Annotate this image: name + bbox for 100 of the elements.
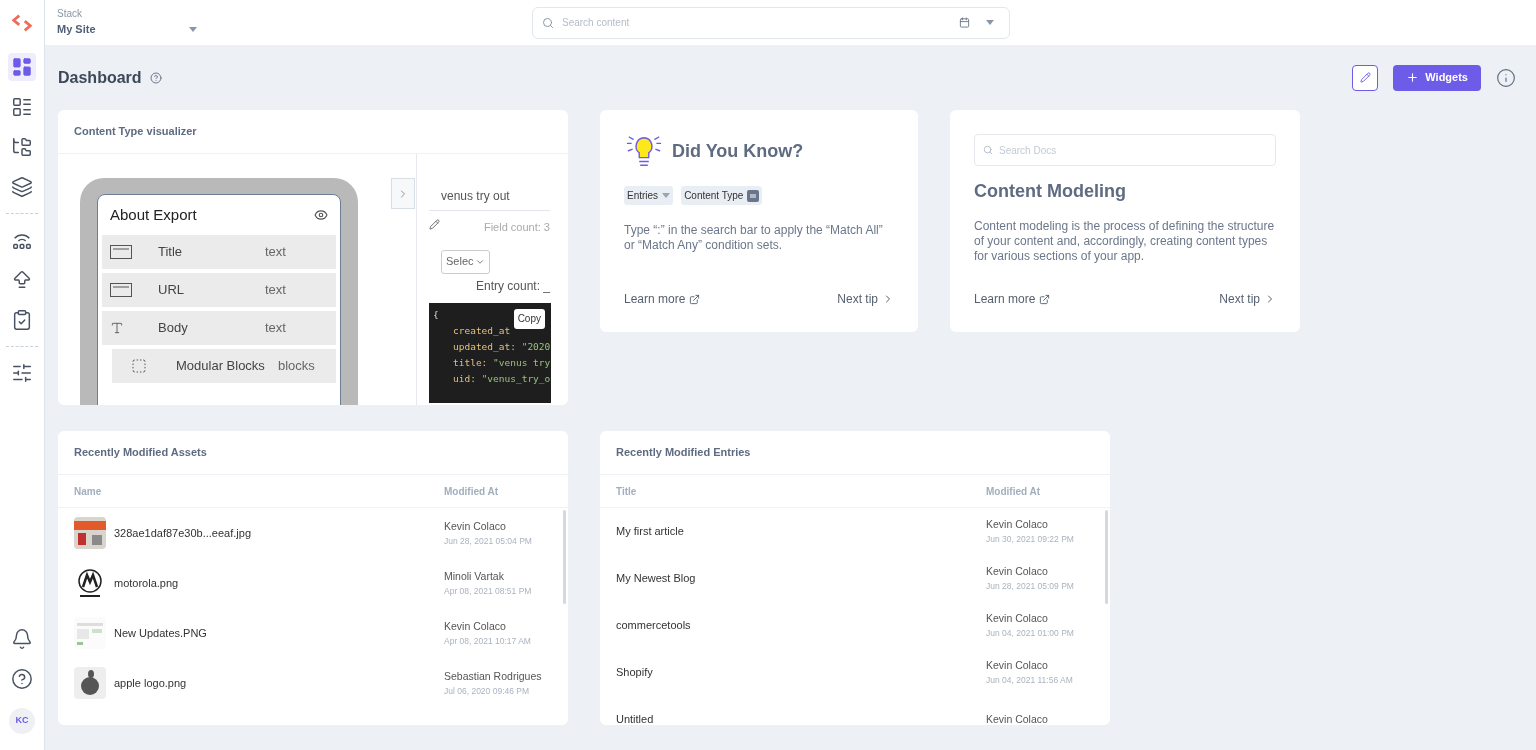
table-row[interactable]: motorola.png Minoli Vartak Apr 08, 2021 08:51 PM xyxy=(58,558,568,608)
page-title: Dashboard xyxy=(58,67,142,88)
row-title: 328ae1daf87e30b...eeaf.jpg xyxy=(114,525,252,541)
field-type: text xyxy=(265,281,286,300)
learn-more-link[interactable]: Learn more xyxy=(624,290,701,308)
modified-by: Kevin Colaco xyxy=(444,618,507,634)
select-dropdown[interactable]: Selec xyxy=(441,249,490,274)
upload-arrow-icon xyxy=(11,269,33,291)
modified-date: Apr 08, 2021 10:17 AM xyxy=(444,634,532,648)
modified-by: Kevin Colaco xyxy=(986,611,1049,627)
table-row[interactable]: commercetools Kevin Colaco Jun 04, 2021 01:00 PM xyxy=(600,602,1110,649)
text-field-icon xyxy=(110,283,132,297)
tip-text: Type “:” in the search bar to apply the “Match All” or “Match Any” condition sets. xyxy=(624,223,884,253)
table-row[interactable]: My first article Kevin Colaco Jun 30, 2021 09:22 PM xyxy=(600,508,1110,555)
row-title: New Updates.PNG xyxy=(114,625,207,641)
docs-title: Content Modeling xyxy=(974,180,1127,203)
dropdown-caret-icon xyxy=(662,193,671,198)
modified-by: Kevin Colaco xyxy=(986,517,1049,533)
field-row[interactable]: URL text xyxy=(102,273,336,307)
help-icon[interactable] xyxy=(11,668,33,690)
layers-icon xyxy=(11,176,33,198)
field-type: text xyxy=(265,319,286,338)
entry-count: Entry count: _ xyxy=(475,277,550,295)
clipboard-check-icon xyxy=(11,309,33,331)
calendar-icon[interactable] xyxy=(959,17,970,28)
table-row[interactable]: New Updates.PNG Kevin Colaco Apr 08, 2021 10:17 AM xyxy=(58,608,568,658)
user-avatar[interactable]: KC xyxy=(9,708,35,734)
search-field[interactable]: Search content xyxy=(532,6,1010,39)
column-header: Modified At xyxy=(444,484,500,499)
modified-by: Minoli Vartak xyxy=(444,568,505,584)
eye-icon[interactable] xyxy=(314,208,328,222)
dropdown-caret-icon[interactable] xyxy=(986,20,994,25)
row-title: My first article xyxy=(616,524,684,540)
docs-search-input[interactable]: Search Docs xyxy=(999,142,1267,158)
list-icon xyxy=(11,96,33,118)
pencil-icon[interactable] xyxy=(429,218,440,230)
notifications-icon[interactable] xyxy=(11,628,33,650)
search-icon xyxy=(542,16,554,29)
edit-button[interactable] xyxy=(1352,64,1379,91)
column-header: Name xyxy=(74,484,103,499)
row-title: commercetools xyxy=(616,618,691,634)
field-count: Field count: 3 xyxy=(483,220,550,235)
table-row[interactable]: Shopify Kevin Colaco Jun 04, 2021 11:56 AM xyxy=(600,649,1110,696)
modified-by: Kevin Colaco xyxy=(986,658,1049,674)
sliders-icon xyxy=(11,362,33,384)
docs-text: Content modeling is the process of defining the structure of your content and, accordingly, creating content types for various sections of your app. xyxy=(974,219,1276,264)
modified-date: Jun 28, 2021 05:09 PM xyxy=(986,580,1075,593)
code-line: { xyxy=(433,307,439,322)
row-title: My Newest Blog xyxy=(616,571,696,587)
tip-title: Did You Know? xyxy=(672,139,804,163)
modified-by: Kevin Colaco xyxy=(444,518,507,534)
text-field-icon xyxy=(110,245,132,259)
dropdown-caret-icon xyxy=(189,27,197,32)
row-title: Shopify xyxy=(616,665,653,681)
info-icon[interactable] xyxy=(1496,67,1516,88)
card-title: Content Type visualizer xyxy=(74,124,197,140)
entry-name: venus try out xyxy=(429,187,550,211)
scrollbar[interactable] xyxy=(563,510,566,604)
learn-more-link[interactable]: Learn more xyxy=(974,290,1051,308)
next-tip-button[interactable]: Next tip xyxy=(1219,290,1276,308)
stack-selector[interactable]: Stack My Site xyxy=(57,7,197,38)
nav-item[interactable] xyxy=(8,53,36,81)
modified-by: Kevin Colaco xyxy=(986,564,1049,580)
table-row[interactable]: My Newest Blog Kevin Colaco Jun 28, 2021 05:09 PM xyxy=(600,555,1110,602)
table-row[interactable]: apple logo.png Sebastian Rodrigues Jul 06, 2020 09:46 PM xyxy=(58,658,568,708)
pencil-icon xyxy=(1359,72,1371,83)
filter-chip: Content Type xyxy=(681,186,763,205)
row-title: Untitled xyxy=(616,712,654,725)
field-row[interactable]: Body text xyxy=(102,311,336,345)
table-row[interactable]: Untitled Kevin Colaco xyxy=(600,696,1110,725)
docs-search-field[interactable]: Search Docs xyxy=(974,134,1276,166)
field-name: Modular Blocks xyxy=(176,357,266,376)
external-link-icon xyxy=(1039,293,1051,305)
tree-icon xyxy=(11,136,33,158)
field-row[interactable]: Modular Blocks blocks xyxy=(112,349,336,383)
column-header: Modified At xyxy=(986,484,1042,499)
field-type: text xyxy=(265,243,286,262)
column-header: Title xyxy=(616,484,638,499)
next-tip-button[interactable]: Next tip xyxy=(837,290,894,308)
card-title: Recently Modified Entries xyxy=(616,445,751,461)
field-row[interactable]: Title text xyxy=(102,235,336,269)
modified-date: Jun 04, 2021 01:00 PM xyxy=(986,627,1075,640)
row-title: motorola.png xyxy=(114,575,179,591)
code-line: uid: "venus_try_o xyxy=(453,371,551,386)
modified-date: Jun 28, 2021 05:04 PM xyxy=(444,534,533,548)
search-input[interactable]: Search content xyxy=(562,15,951,30)
card-title: Recently Modified Assets xyxy=(74,445,207,461)
code-line: title: "venus try xyxy=(453,355,551,370)
widgets-button[interactable]: Widgets xyxy=(1393,64,1481,91)
scrollbar[interactable] xyxy=(1105,510,1108,604)
content-type-title: About Export xyxy=(110,204,197,225)
copy-button[interactable]: Copy xyxy=(513,308,545,329)
equals-icon xyxy=(747,189,760,202)
filter-chip: Entries xyxy=(624,186,674,205)
plus-icon xyxy=(1406,71,1420,84)
dashboard-icon xyxy=(11,56,33,78)
table-row[interactable]: 328ae1daf87e30b...eeaf.jpg Kevin Colaco Jun 28, 2021 05:04 PM xyxy=(58,508,568,558)
code-line: created_at xyxy=(453,323,511,338)
modified-date: Jun 04, 2021 11:56 AM xyxy=(986,674,1074,687)
field-name: Title xyxy=(158,243,184,262)
